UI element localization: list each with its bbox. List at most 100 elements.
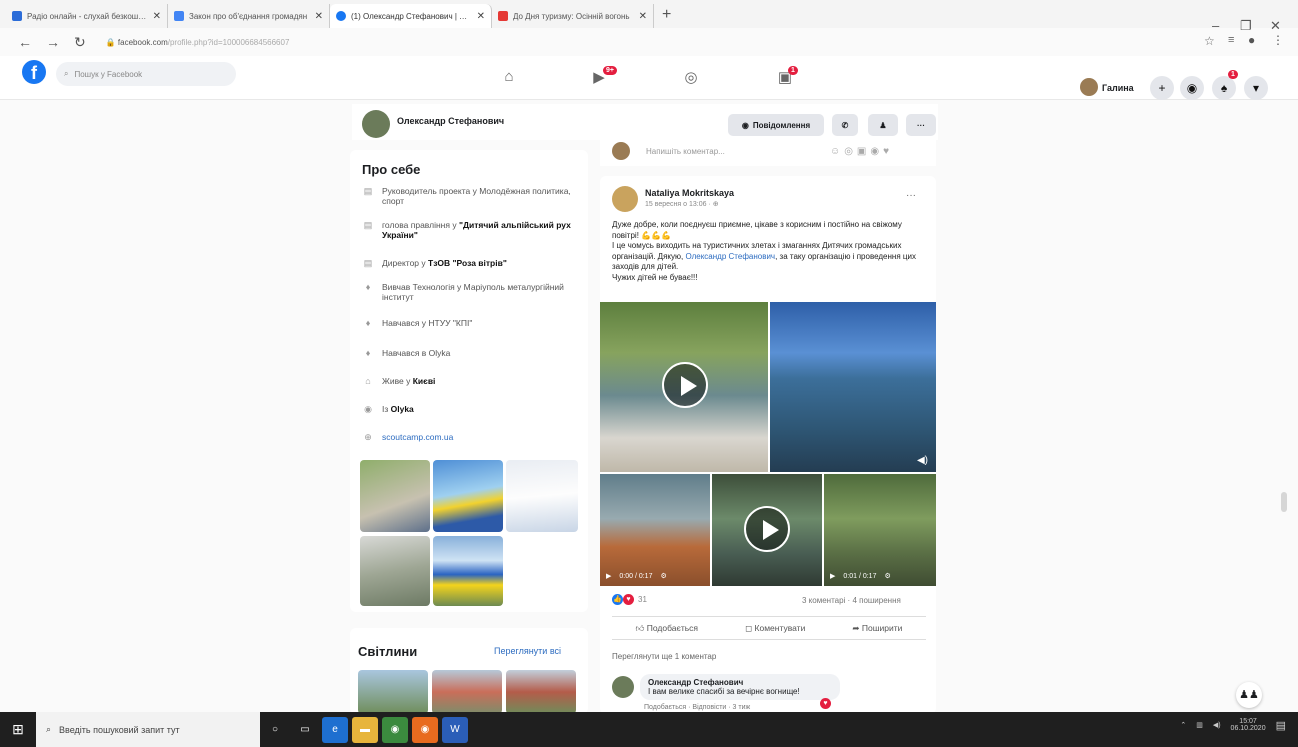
url-path: /profile.php?id=100006684566607 [167, 37, 290, 47]
post-author-avatar[interactable] [612, 186, 638, 212]
photo-thumbnail[interactable] [432, 670, 502, 714]
user-name-link[interactable]: Галина [1102, 83, 1134, 93]
featured-photo[interactable] [506, 460, 578, 532]
home-nav-icon[interactable]: ⌂ [498, 68, 520, 90]
play-button-icon[interactable] [662, 362, 708, 408]
windows-start-icon[interactable]: ⊞ [0, 712, 36, 747]
share-button[interactable]: ➦ Поширити [852, 623, 902, 634]
reading-list-icon[interactable]: ≡ [1228, 34, 1234, 46]
play-icon[interactable]: ▶ [830, 572, 835, 580]
clock[interactable]: 15:07 06.10.2020 [1231, 718, 1266, 732]
profile-avatar[interactable] [362, 110, 390, 138]
user-avatar[interactable] [1080, 78, 1098, 96]
featured-photo[interactable] [360, 460, 430, 532]
volume-icon[interactable]: ◀) [1213, 721, 1221, 729]
taskbar-search-placeholder: Введіть пошуковий запит тут [59, 724, 180, 735]
comments-shares-count[interactable]: 3 коментарі · 4 поширення [802, 596, 901, 605]
profile-account-icon[interactable]: ● [1248, 33, 1255, 47]
video-controls[interactable]: ▶ 0:00 / 0:17 ⚙ [606, 572, 667, 581]
task-view-icon[interactable]: ▭ [292, 717, 318, 743]
comment-author-name[interactable]: Олександр Стефанович [648, 678, 832, 687]
browser-tab[interactable]: До Дня туризму: Осінній вогонь ✕ [492, 4, 654, 28]
briefcase-icon: ▤ [363, 258, 373, 268]
person-check-icon: ♟ [879, 120, 887, 130]
speaker-icon[interactable]: ◀) [917, 455, 928, 466]
word-app-icon[interactable]: W [442, 716, 468, 743]
scrollbar-thumb[interactable] [1281, 492, 1287, 512]
file-explorer-icon[interactable]: ▬ [352, 716, 378, 743]
play-button-icon[interactable] [744, 506, 790, 552]
photo-thumbnail[interactable] [358, 670, 428, 714]
browser-tab-active[interactable]: (1) Олександр Стефанович | Facebook ✕ [330, 4, 492, 28]
back-arrow-icon[interactable]: ← [18, 34, 32, 50]
more-options-button[interactable]: ··· [906, 114, 936, 136]
account-dropdown-chevron-down-icon[interactable]: ▾ [1244, 76, 1268, 100]
close-tab-icon[interactable]: ✕ [315, 11, 323, 22]
settings-gear-icon[interactable]: ⚙ [884, 572, 890, 580]
new-message-people-icon[interactable]: ♟♟ [1236, 682, 1262, 708]
close-tab-icon[interactable]: ✕ [477, 11, 485, 22]
globe-icon: ⊕ [364, 432, 372, 442]
page-scrollbar[interactable] [1280, 96, 1288, 716]
browser-tab[interactable]: Радіо онлайн - слухай безкоштовно ✕ [6, 4, 168, 28]
video-controls[interactable]: ▶ 0:01 / 0:17 ⚙ [830, 572, 891, 581]
network-icon[interactable]: ▥ [1196, 721, 1203, 729]
mention-link[interactable]: Олександр Стефанович [685, 252, 775, 261]
comment-tools-icon[interactable]: ☺◎▣◉♥ [830, 146, 893, 157]
call-button[interactable]: ✆ [832, 114, 858, 136]
featured-photo[interactable] [433, 460, 503, 532]
friend-status-button[interactable]: ♟ [868, 114, 898, 136]
comment-input[interactable]: Напишіть коментар... [646, 147, 725, 156]
see-all-photos-link[interactable]: Переглянути всі [494, 646, 561, 656]
play-icon[interactable]: ▶ [606, 572, 611, 580]
comment-actions[interactable]: Подобається · Відповісти · 3 тиж [644, 704, 750, 711]
new-tab-button[interactable]: + [654, 6, 679, 28]
share-arrow-icon: ➦ [852, 622, 862, 633]
globe-icon: ⊕ [712, 201, 719, 208]
settings-gear-icon[interactable]: ⚙ [660, 572, 666, 580]
reactions-summary[interactable]: 👍 ♥ 31 [612, 594, 647, 605]
browser-menu-icon[interactable]: ⋮ [1272, 33, 1284, 47]
forward-arrow-icon[interactable]: → [46, 34, 60, 50]
video-thumbnail[interactable] [600, 302, 768, 472]
video-thumbnail[interactable]: ◀) [770, 302, 936, 472]
bookmark-star-icon[interactable]: ☆ [1204, 34, 1215, 48]
message-button[interactable]: ◉ Повідомлення [728, 114, 824, 136]
tray-up-arrow-icon[interactable]: ⌃ [1180, 721, 1186, 729]
comment-author-avatar[interactable] [612, 676, 634, 698]
firefox-browser-icon[interactable]: ◉ [412, 716, 438, 743]
close-tab-icon[interactable]: ✕ [153, 11, 161, 22]
messenger-icon[interactable]: ◉ [1180, 76, 1204, 100]
photo-thumbnail[interactable] [506, 670, 576, 714]
post-text-line: Дуже добре, коли поєднуєш приємне, цікав… [612, 220, 902, 240]
comment-button[interactable]: ◻ Коментувати [745, 623, 805, 634]
view-more-comments-link[interactable]: Переглянути ще 1 коментар [612, 652, 716, 661]
edge-browser-icon[interactable]: e [322, 716, 348, 743]
cortana-circle-icon[interactable]: ○ [262, 717, 288, 743]
profile-name[interactable]: Олександр Стефанович [397, 116, 504, 126]
video-thumbnail[interactable] [712, 474, 822, 586]
facebook-logo-icon[interactable]: f [22, 60, 46, 84]
url-field[interactable]: 🔒 facebook.com/profile.php?id=1000066845… [106, 38, 290, 47]
create-plus-icon[interactable]: + [1150, 76, 1174, 100]
video-thumbnail[interactable]: ▶ 0:00 / 0:17 ⚙ [600, 474, 710, 586]
featured-photo[interactable] [433, 536, 503, 606]
chrome-browser-icon[interactable]: ◉ [382, 716, 408, 743]
close-tab-icon[interactable]: ✕ [639, 11, 647, 22]
like-button[interactable]: 👍︎ Подобається [636, 623, 699, 634]
facebook-search-input[interactable]: ⌕ Пошук у Facebook [56, 62, 236, 86]
video-timestamp: 0:00 / 0:17 [619, 572, 653, 580]
featured-photo[interactable] [360, 536, 430, 606]
website-link[interactable]: scoutcamp.com.ua [382, 432, 453, 443]
reload-icon[interactable]: ↻ [74, 34, 86, 51]
post-author-name[interactable]: Nataliya Mokritskaya [645, 188, 734, 198]
taskbar-search-input[interactable]: ⌕ Введіть пошуковий запит тут [36, 712, 260, 747]
about-item[interactable]: ⊕ scoutcamp.com.ua [362, 432, 586, 443]
post-timestamp[interactable]: 15 вересня о 13:06 · ⊕ [645, 200, 719, 208]
browser-tab[interactable]: Закон про об'єднання громадян ✕ [168, 4, 330, 28]
video-thumbnail[interactable]: ▶ 0:01 / 0:17 ⚙ [824, 474, 936, 586]
groups-nav-icon[interactable]: ◎ [680, 68, 702, 90]
notifications-bell-icon[interactable]: ♠ [1212, 76, 1236, 100]
notifications-center-icon[interactable]: ▤ [1276, 719, 1286, 732]
post-options-dots-icon[interactable]: ··· [906, 190, 916, 201]
